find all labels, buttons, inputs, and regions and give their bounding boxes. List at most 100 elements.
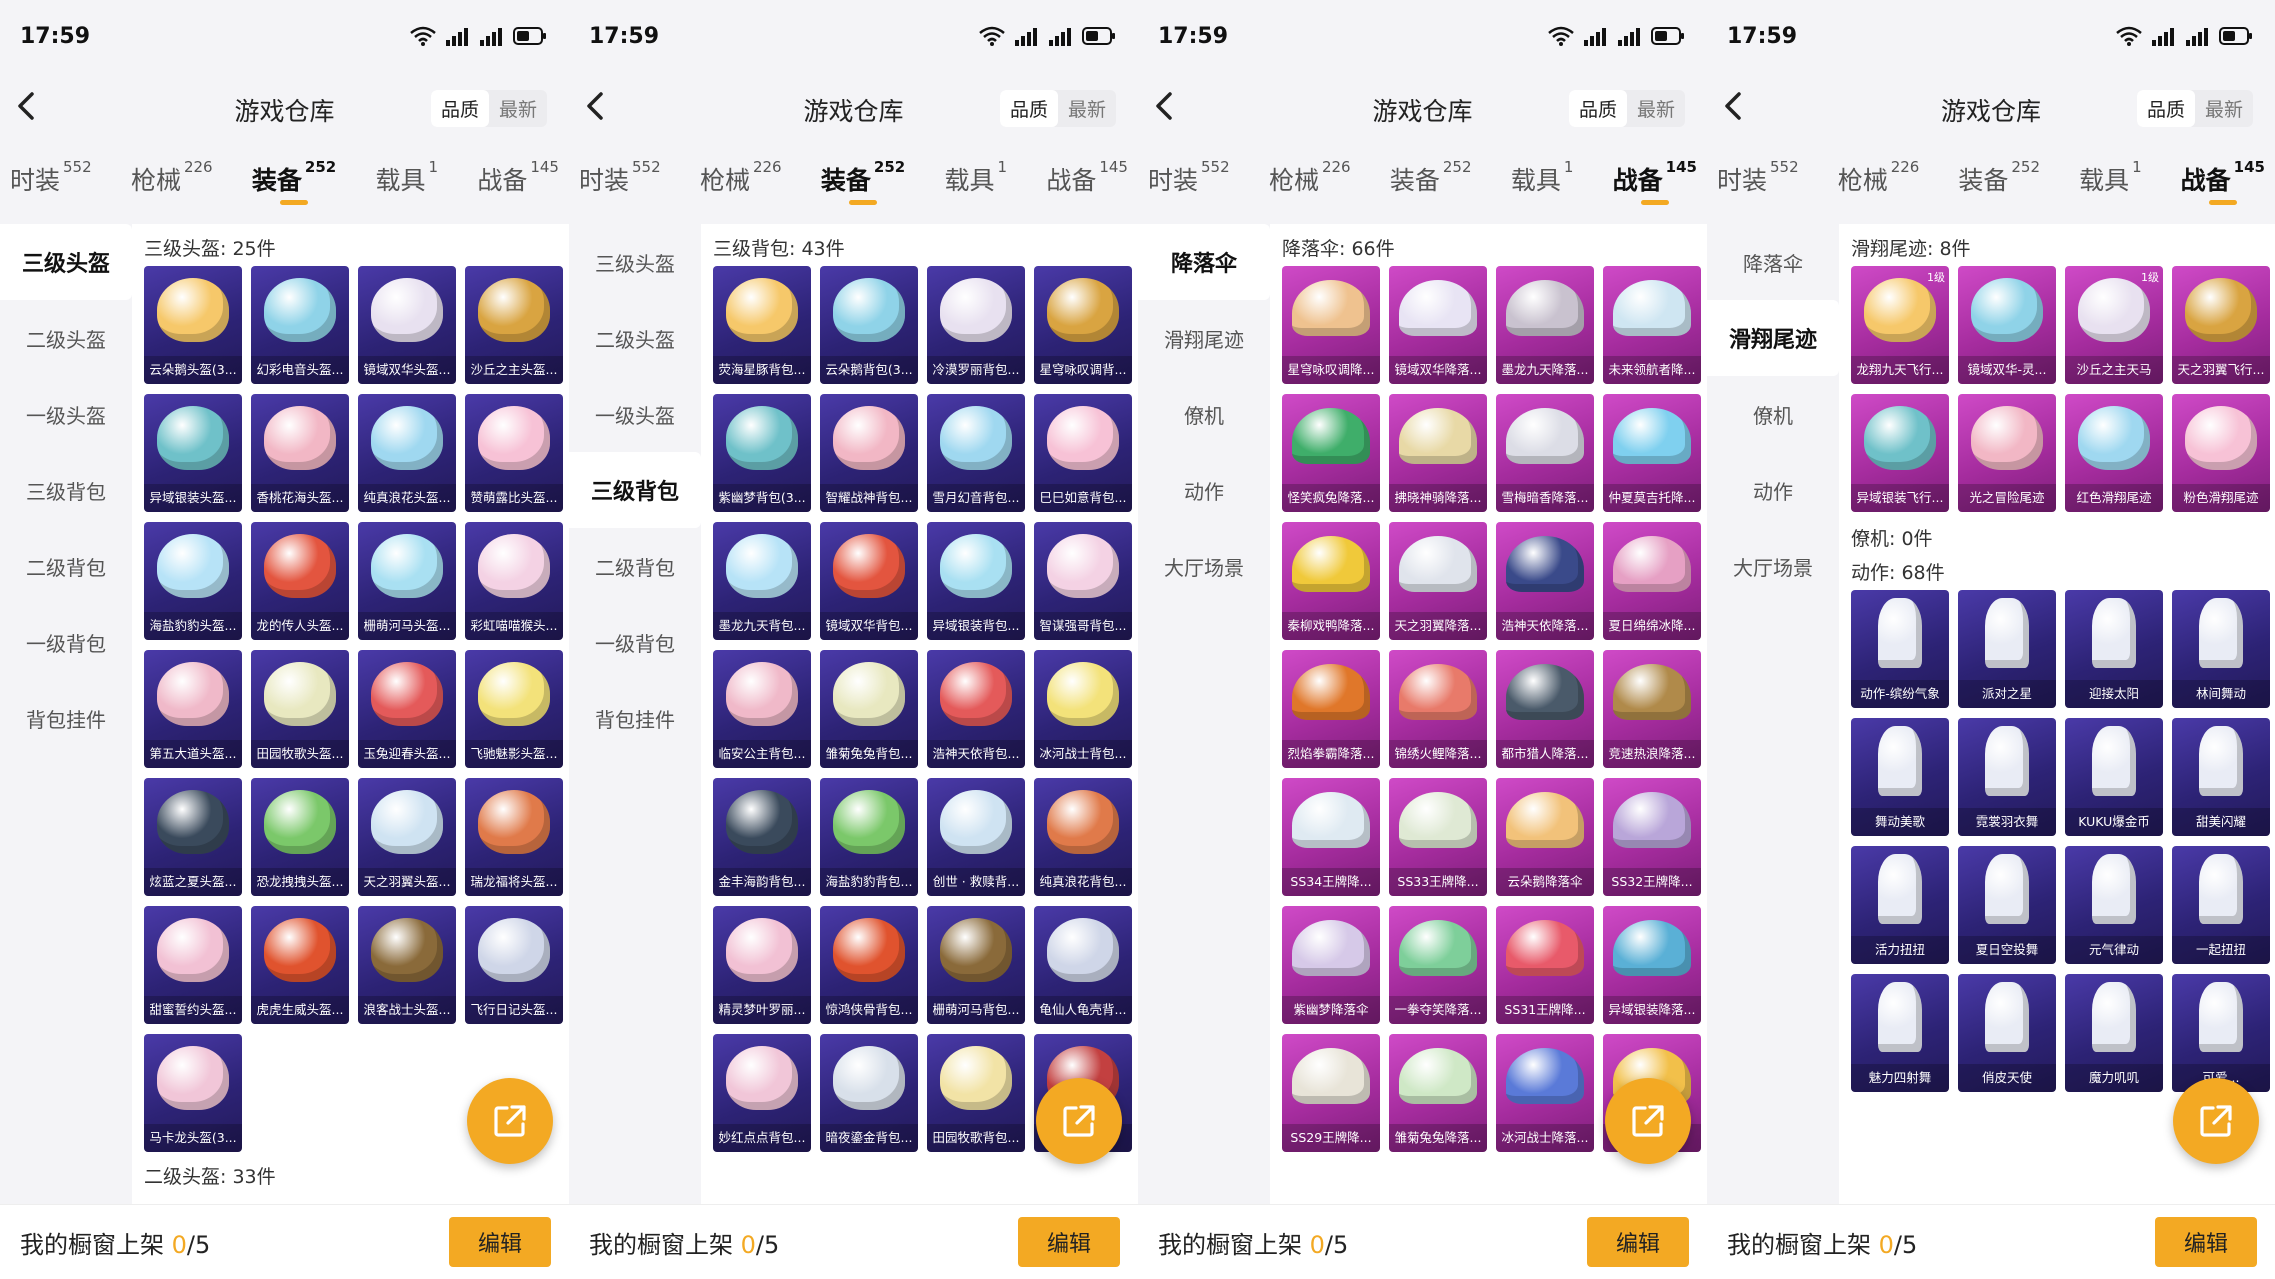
tab-0[interactable]: 时装 552 xyxy=(579,158,661,205)
item-card[interactable]: 魔力叽叽 xyxy=(2065,974,2163,1092)
tab-3[interactable]: 载具 1 xyxy=(2079,158,2142,205)
item-card[interactable]: 栅萌河马头盔... xyxy=(358,522,456,640)
item-card[interactable]: 马卡龙头盔(3... xyxy=(144,1034,242,1152)
sidebar-item[interactable]: 一级背包 xyxy=(0,604,132,680)
sidebar-item[interactable]: 大厅场景 xyxy=(1138,528,1270,604)
item-card[interactable]: 异域银装头盔... xyxy=(144,394,242,512)
item-card[interactable]: 沙丘之主头盔... xyxy=(465,266,563,384)
item-card[interactable]: 栅萌河马背包... xyxy=(927,906,1025,1024)
edit-button[interactable]: 编辑 xyxy=(449,1217,551,1267)
item-card[interactable]: 夏日绵绵冰降... xyxy=(1603,522,1701,640)
tab-4[interactable]: 战备 145 xyxy=(1046,158,1128,205)
tab-2[interactable]: 装备 252 xyxy=(1958,158,2040,205)
edit-button[interactable]: 编辑 xyxy=(2155,1217,2257,1267)
item-card[interactable]: 天之羽翼降落... xyxy=(1389,522,1487,640)
item-card[interactable]: SS32王牌降... xyxy=(1603,778,1701,896)
share-fab-button[interactable] xyxy=(467,1078,553,1164)
item-card[interactable]: SS31王牌降... xyxy=(1496,906,1594,1024)
tab-4[interactable]: 战备 145 xyxy=(477,158,559,205)
tab-0[interactable]: 时装 552 xyxy=(10,158,92,205)
item-card[interactable]: 玉兔迎春头盔... xyxy=(358,650,456,768)
item-card[interactable]: SS29王牌降... xyxy=(1282,1034,1380,1152)
item-card[interactable]: 云朵鹅降落伞 xyxy=(1496,778,1594,896)
item-card[interactable]: 可爱... xyxy=(2172,974,2270,1092)
item-card[interactable]: 迎接太阳 xyxy=(2065,590,2163,708)
item-card[interactable]: 1级 沙丘之主天马 xyxy=(2065,266,2163,384)
item-card[interactable]: 巳巳如意背包... xyxy=(1034,394,1132,512)
item-card[interactable]: 荧海星豚背包... xyxy=(713,266,811,384)
sidebar-item[interactable]: 一级头盔 xyxy=(569,376,701,452)
item-card[interactable]: 彩虹喵喵猴头... xyxy=(465,522,563,640)
item-card[interactable]: 冰河战士降落... xyxy=(1496,1034,1594,1152)
sidebar-item[interactable]: 僚机 xyxy=(1707,376,1839,452)
sidebar-item[interactable]: 降落伞 xyxy=(1138,224,1270,300)
item-card[interactable]: SS33王牌降... xyxy=(1389,778,1487,896)
sidebar-item[interactable]: 二级头盔 xyxy=(569,300,701,376)
item-card[interactable]: 幻彩电音头盔... xyxy=(251,266,349,384)
item-card[interactable]: 俏皮天使 xyxy=(1958,974,2056,1092)
tab-1[interactable]: 枪械 226 xyxy=(1838,158,1920,205)
sort-latest-button[interactable]: 最新 xyxy=(1627,90,1685,127)
item-card[interactable]: 紫幽梦背包(3... xyxy=(713,394,811,512)
share-fab-button[interactable] xyxy=(1605,1078,1691,1164)
sidebar-item[interactable]: 三级头盔 xyxy=(569,224,701,300)
sidebar-item[interactable]: 僚机 xyxy=(1138,376,1270,452)
item-card[interactable]: KUKU爆金币 xyxy=(2065,718,2163,836)
item-card[interactable]: 虎虎生威头盔... xyxy=(251,906,349,1024)
item-card[interactable]: 异域银装飞行... xyxy=(1851,394,1949,512)
item-card[interactable]: 镜域双华头盔... xyxy=(358,266,456,384)
item-card[interactable]: 甜蜜誓约头盔... xyxy=(144,906,242,1024)
item-card[interactable]: 香桃花海头盔... xyxy=(251,394,349,512)
sidebar-item[interactable]: 背包挂件 xyxy=(569,680,701,756)
item-card[interactable]: 智耀战神背包... xyxy=(820,394,918,512)
item-card[interactable]: SS34王牌降... xyxy=(1282,778,1380,896)
item-card[interactable]: 烈焰拳霸降落... xyxy=(1282,650,1380,768)
item-card[interactable]: 夏日空投舞 xyxy=(1958,846,2056,964)
item-card[interactable]: 精灵梦叶罗丽... xyxy=(713,906,811,1024)
item-card[interactable]: 雏菊兔兔降落... xyxy=(1389,1034,1487,1152)
item-card[interactable]: 异域银装降落... xyxy=(1603,906,1701,1024)
tab-1[interactable]: 枪械 226 xyxy=(131,158,213,205)
item-card[interactable]: 智谋强哥背包... xyxy=(1034,522,1132,640)
item-card[interactable]: 舞动美歌 xyxy=(1851,718,1949,836)
item-card[interactable]: 暗夜鎏金背包... xyxy=(820,1034,918,1152)
item-card[interactable]: 惊鸿侠骨背包... xyxy=(820,906,918,1024)
item-card[interactable]: 紫幽梦降落伞 xyxy=(1282,906,1380,1024)
item-card[interactable]: 纯真浪花背包... xyxy=(1034,778,1132,896)
tab-0[interactable]: 时装 552 xyxy=(1717,158,1799,205)
sidebar-item[interactable]: 滑翔尾迹 xyxy=(1138,300,1270,376)
item-card[interactable]: 动作-缤纷气象 xyxy=(1851,590,1949,708)
share-fab-button[interactable] xyxy=(1036,1078,1122,1164)
item-card[interactable]: 妙红点点背包... xyxy=(713,1034,811,1152)
item-card[interactable]: 甜美闪耀 xyxy=(2172,718,2270,836)
item-card[interactable]: 龙的传人头盔... xyxy=(251,522,349,640)
sidebar-item[interactable]: 一级头盔 xyxy=(0,376,132,452)
tab-0[interactable]: 时装 552 xyxy=(1148,158,1230,205)
tab-1[interactable]: 枪械 226 xyxy=(1269,158,1351,205)
item-card[interactable]: 粉色滑翔尾迹 xyxy=(2172,394,2270,512)
tab-2[interactable]: 装备 252 xyxy=(1390,158,1472,205)
item-card[interactable]: 活力扭扭 xyxy=(1851,846,1949,964)
item-card[interactable]: 秦柳戏鸭降落... xyxy=(1282,522,1380,640)
item-card[interactable]: 镜域双华背包... xyxy=(820,522,918,640)
sort-latest-button[interactable]: 最新 xyxy=(2195,90,2253,127)
item-card[interactable]: 墨龙九天降落... xyxy=(1496,266,1594,384)
tab-2[interactable]: 装备 252 xyxy=(252,158,336,205)
sort-quality-button[interactable]: 品质 xyxy=(999,90,1058,127)
item-card[interactable]: 炫蓝之夏头盔... xyxy=(144,778,242,896)
item-card[interactable]: 雏菊兔兔背包... xyxy=(820,650,918,768)
sort-latest-button[interactable]: 最新 xyxy=(1058,90,1116,127)
sidebar-item[interactable]: 动作 xyxy=(1707,452,1839,528)
item-card[interactable]: 天之羽翼飞行... xyxy=(2172,266,2270,384)
item-card[interactable]: 雪梅暗香降落... xyxy=(1496,394,1594,512)
item-card[interactable]: 锦绣火鲤降落... xyxy=(1389,650,1487,768)
item-card[interactable]: 镜域双华-灵... xyxy=(1958,266,2056,384)
item-card[interactable]: 浪客战士头盔... xyxy=(358,906,456,1024)
item-card[interactable]: 异域银装背包... xyxy=(927,522,1025,640)
sidebar-item[interactable]: 三级背包 xyxy=(0,452,132,528)
tab-3[interactable]: 载具 1 xyxy=(944,158,1007,205)
item-card[interactable]: 海盐豹豹背包... xyxy=(820,778,918,896)
item-card[interactable]: 元气律动 xyxy=(2065,846,2163,964)
item-card[interactable]: 怪笑疯兔降落... xyxy=(1282,394,1380,512)
item-card[interactable]: 赞萌露比头盔... xyxy=(465,394,563,512)
